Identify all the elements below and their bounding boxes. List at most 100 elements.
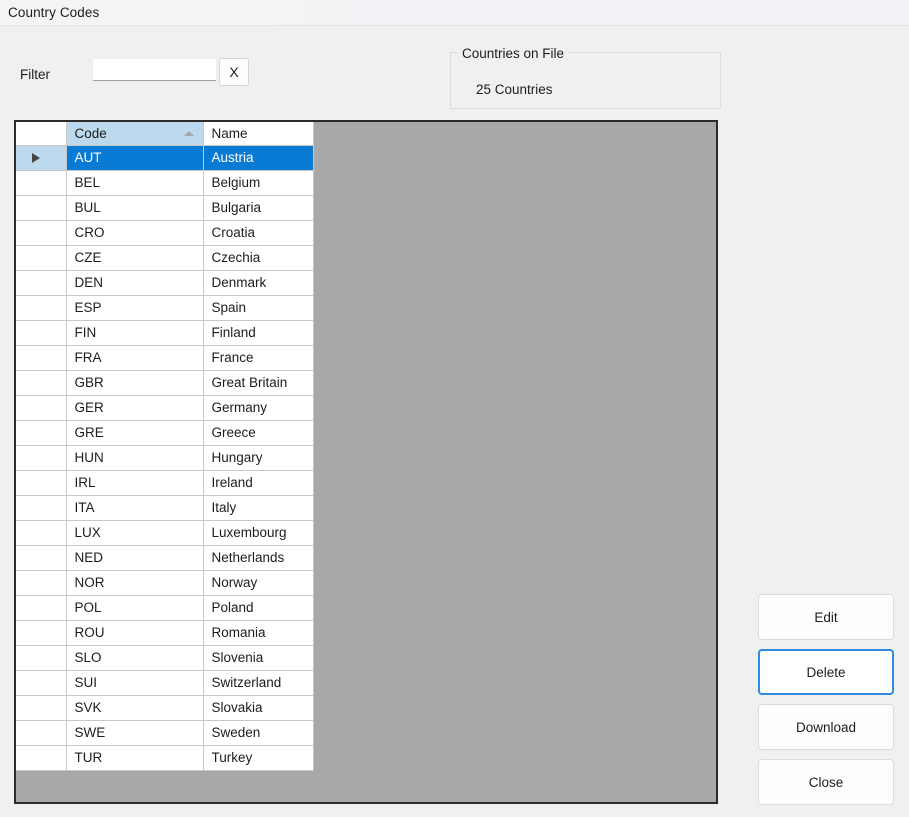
table-row[interactable]: POL Poland	[16, 595, 314, 621]
cell-code[interactable]: DEN	[66, 270, 204, 296]
row-selector-cell[interactable]	[16, 695, 67, 721]
cell-name[interactable]: Great Britain	[203, 370, 314, 396]
cell-name[interactable]: Luxembourg	[203, 520, 314, 546]
cell-name[interactable]: Croatia	[203, 220, 314, 246]
cell-code[interactable]: BUL	[66, 195, 204, 221]
table-row[interactable]: ITA Italy	[16, 495, 314, 521]
country-datagrid[interactable]: Code Name AUT Austria BEL Belgium BUL Bulgari…	[14, 120, 718, 804]
table-row[interactable]: SUI Switzerland	[16, 670, 314, 696]
cell-name[interactable]: Italy	[203, 495, 314, 521]
cell-name[interactable]: Poland	[203, 595, 314, 621]
cell-code[interactable]: CZE	[66, 245, 204, 271]
row-selector-cell[interactable]	[16, 620, 67, 646]
table-row[interactable]: NOR Norway	[16, 570, 314, 596]
cell-code[interactable]: ESP	[66, 295, 204, 321]
close-button[interactable]: Close	[758, 759, 894, 805]
row-selector-cell[interactable]	[16, 470, 67, 496]
cell-code[interactable]: POL	[66, 595, 204, 621]
table-row[interactable]: GRE Greece	[16, 420, 314, 446]
cell-code[interactable]: SVK	[66, 695, 204, 721]
row-selector-cell[interactable]	[16, 570, 67, 596]
cell-code[interactable]: LUX	[66, 520, 204, 546]
cell-name[interactable]: Sweden	[203, 720, 314, 746]
table-row[interactable]: ESP Spain	[16, 295, 314, 321]
cell-name[interactable]: Switzerland	[203, 670, 314, 696]
table-row[interactable]: SVK Slovakia	[16, 695, 314, 721]
row-selector-cell[interactable]	[16, 545, 67, 571]
row-selector-cell[interactable]	[16, 345, 67, 371]
row-selector-cell[interactable]	[16, 645, 67, 671]
filter-input[interactable]	[93, 59, 216, 81]
cell-code[interactable]: HUN	[66, 445, 204, 471]
filter-clear-button[interactable]: X	[219, 58, 249, 86]
row-selector-cell[interactable]	[16, 520, 67, 546]
cell-code[interactable]: GBR	[66, 370, 204, 396]
cell-name[interactable]: France	[203, 345, 314, 371]
row-selector-cell[interactable]	[16, 220, 67, 246]
delete-button[interactable]: Delete	[758, 649, 894, 695]
row-selector-cell[interactable]	[16, 595, 67, 621]
cell-name[interactable]: Denmark	[203, 270, 314, 296]
cell-code[interactable]: NOR	[66, 570, 204, 596]
row-selector-cell[interactable]	[16, 745, 67, 771]
cell-name[interactable]: Spain	[203, 295, 314, 321]
row-selector-cell[interactable]	[16, 445, 67, 471]
table-row[interactable]: AUT Austria	[16, 145, 314, 171]
cell-name[interactable]: Romania	[203, 620, 314, 646]
row-selector-cell[interactable]	[16, 270, 67, 296]
cell-code[interactable]: FIN	[66, 320, 204, 346]
table-row[interactable]: TUR Turkey	[16, 745, 314, 771]
cell-name[interactable]: Ireland	[203, 470, 314, 496]
row-selector-cell[interactable]	[16, 195, 67, 221]
table-row[interactable]: FIN Finland	[16, 320, 314, 346]
cell-name[interactable]: Greece	[203, 420, 314, 446]
row-selector-cell[interactable]	[16, 370, 67, 396]
cell-code[interactable]: TUR	[66, 745, 204, 771]
cell-code[interactable]: SLO	[66, 645, 204, 671]
cell-name[interactable]: Bulgaria	[203, 195, 314, 221]
cell-code[interactable]: CRO	[66, 220, 204, 246]
column-header-name[interactable]: Name	[203, 122, 314, 146]
cell-name[interactable]: Slovenia	[203, 645, 314, 671]
table-row[interactable]: BUL Bulgaria	[16, 195, 314, 221]
cell-code[interactable]: ITA	[66, 495, 204, 521]
cell-name[interactable]: Germany	[203, 395, 314, 421]
row-selector-cell[interactable]	[16, 670, 67, 696]
cell-code[interactable]: ROU	[66, 620, 204, 646]
row-selector-cell[interactable]	[16, 245, 67, 271]
table-row[interactable]: IRL Ireland	[16, 470, 314, 496]
cell-name[interactable]: Austria	[203, 145, 314, 171]
cell-code[interactable]: GRE	[66, 420, 204, 446]
cell-name[interactable]: Netherlands	[203, 545, 314, 571]
cell-name[interactable]: Hungary	[203, 445, 314, 471]
row-selector-cell[interactable]	[16, 495, 67, 521]
row-selector-cell[interactable]	[16, 295, 67, 321]
row-selector-cell[interactable]	[16, 720, 67, 746]
row-selector-cell[interactable]	[16, 145, 67, 171]
table-row[interactable]: DEN Denmark	[16, 270, 314, 296]
cell-code[interactable]: BEL	[66, 170, 204, 196]
cell-code[interactable]: SWE	[66, 720, 204, 746]
table-row[interactable]: CRO Croatia	[16, 220, 314, 246]
row-selector-cell[interactable]	[16, 395, 67, 421]
table-row[interactable]: CZE Czechia	[16, 245, 314, 271]
cell-name[interactable]: Belgium	[203, 170, 314, 196]
table-row[interactable]: SLO Slovenia	[16, 645, 314, 671]
cell-name[interactable]: Slovakia	[203, 695, 314, 721]
table-row[interactable]: FRA France	[16, 345, 314, 371]
cell-name[interactable]: Finland	[203, 320, 314, 346]
cell-code[interactable]: IRL	[66, 470, 204, 496]
table-row[interactable]: NED Netherlands	[16, 545, 314, 571]
row-selector-cell[interactable]	[16, 320, 67, 346]
table-row[interactable]: HUN Hungary	[16, 445, 314, 471]
cell-code[interactable]: GER	[66, 395, 204, 421]
edit-button[interactable]: Edit	[758, 594, 894, 640]
cell-name[interactable]: Turkey	[203, 745, 314, 771]
table-row[interactable]: GBR Great Britain	[16, 370, 314, 396]
column-header-code[interactable]: Code	[66, 122, 204, 146]
table-row[interactable]: SWE Sweden	[16, 720, 314, 746]
table-row[interactable]: ROU Romania	[16, 620, 314, 646]
cell-code[interactable]: AUT	[66, 145, 204, 171]
download-button[interactable]: Download	[758, 704, 894, 750]
cell-name[interactable]: Norway	[203, 570, 314, 596]
